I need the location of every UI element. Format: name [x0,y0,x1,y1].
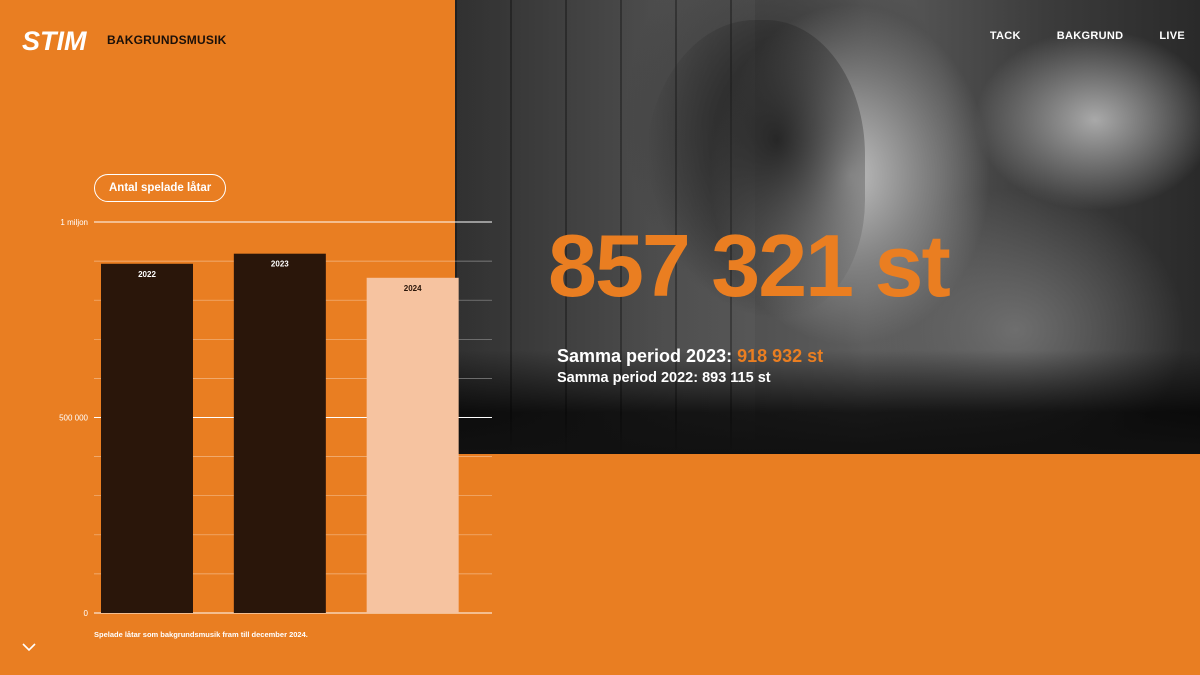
bar-label: 2022 [138,270,156,279]
nav-tack[interactable]: TACK [990,30,1021,42]
bar-label: 2024 [404,284,422,293]
section-title: BAKGRUNDSMUSIK [107,33,227,47]
bar-2022 [101,263,193,613]
bar-label: 2023 [271,260,289,269]
chevron-down-icon[interactable] [22,641,36,653]
compare-2023: Samma period 2023: 918 932 st [557,346,823,367]
compare-2022: Samma period 2022: 893 115 st [557,370,771,386]
bar-2023 [233,253,326,614]
compare-2023-value: 918 932 st [737,346,824,366]
stim-logo[interactable]: STIM [22,26,87,57]
y-tick-label: 0 [84,609,89,618]
top-nav: TACK BAKGRUND LIVE [990,30,1185,42]
bar-2024 [366,277,459,613]
chart-footnote: Spelade låtar som bakgrundsmusik fram ti… [94,630,308,639]
nav-live[interactable]: LIVE [1159,30,1185,42]
y-tick-label: 1 miljon [60,218,88,227]
y-tick-label: 500 000 [59,414,88,423]
headline-count: 857 321 st [548,216,951,315]
chart-metric-toggle[interactable]: Antal spelade låtar [94,174,227,202]
bar-chart: 0 500 000 1 miljon 2022 2023 2024 [59,218,492,618]
nav-bakgrund[interactable]: BAKGRUND [1057,30,1124,42]
compare-2023-label: Samma period 2023: [557,346,733,366]
